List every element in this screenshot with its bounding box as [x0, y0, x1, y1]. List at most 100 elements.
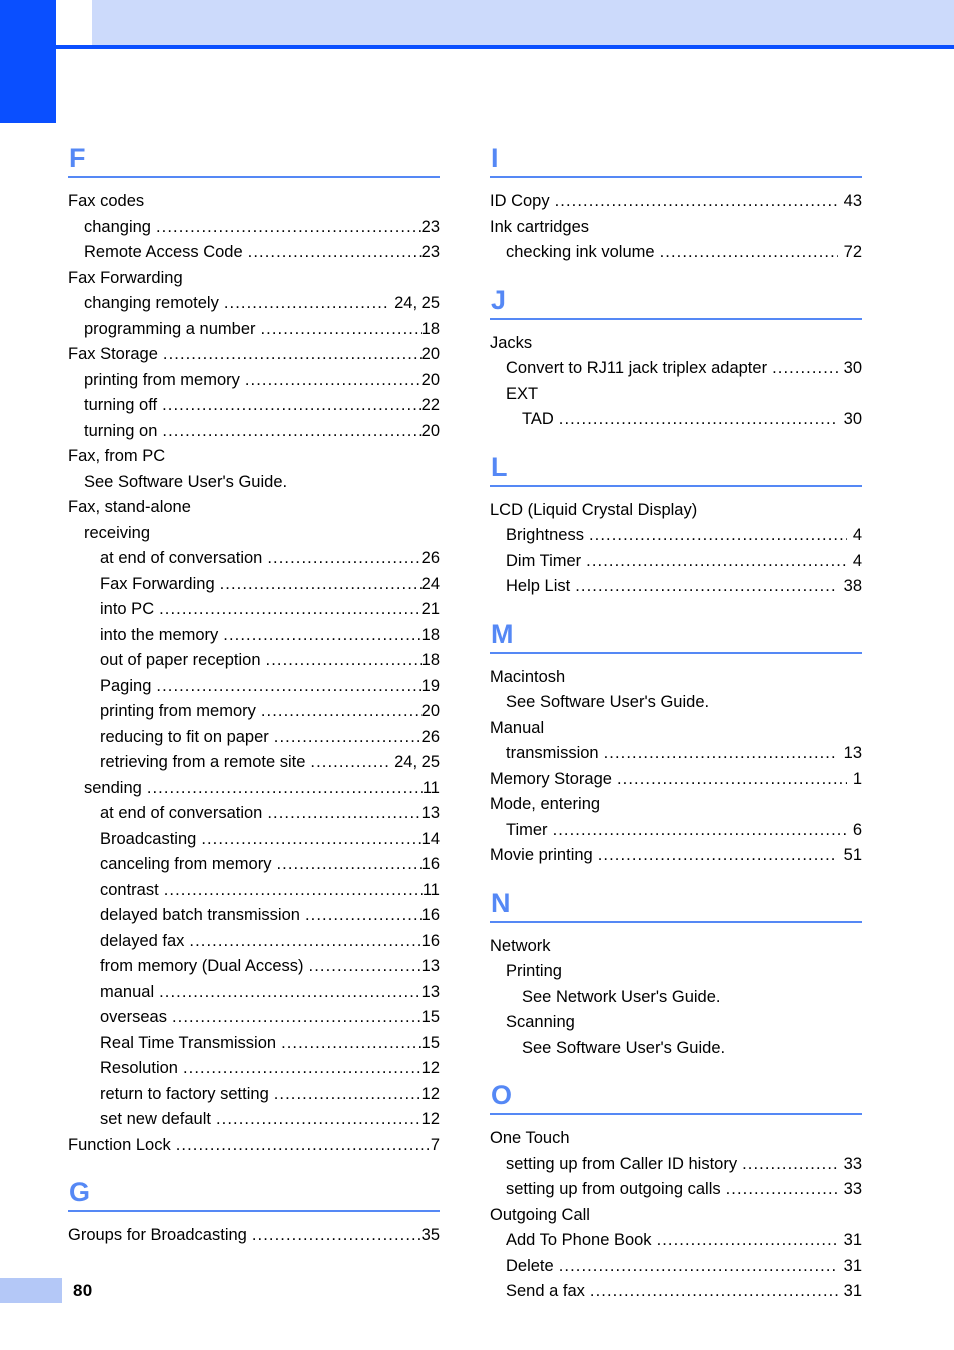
index-entry[interactable]: Convert to RJ11 jack triplex adapter 30	[490, 356, 862, 382]
index-entry[interactable]: reducing to fit on paper 26	[68, 725, 440, 751]
dot-leader	[274, 725, 422, 751]
dot-leader	[223, 623, 421, 649]
index-entry-label: contrast	[100, 880, 159, 899]
index-entry-page-number: 18	[421, 625, 440, 644]
index-entry[interactable]: set new default 12	[68, 1107, 440, 1133]
index-entry-label: Help List	[506, 577, 571, 595]
index-entry[interactable]: Memory Storage 1	[490, 767, 862, 793]
index-entry[interactable]: contrast 11	[68, 878, 440, 904]
index-entry[interactable]: Resolution 12	[68, 1056, 440, 1082]
header-banner	[92, 0, 954, 45]
index-entry[interactable]: Function Lock 7	[68, 1133, 440, 1159]
index-entry-page-number: 15	[421, 1033, 440, 1052]
index-entry-label: return to factory setting	[100, 1084, 269, 1103]
index-entry[interactable]: at end of conversation 26	[68, 546, 440, 572]
section-divider	[68, 1210, 440, 1212]
index-entry[interactable]: Dim Timer 4	[490, 549, 862, 575]
index-entry[interactable]: setting up from Caller ID history 33	[490, 1152, 862, 1178]
index-entry: Macintosh	[490, 665, 862, 691]
section-divider	[490, 651, 862, 654]
index-entry: Fax, from PC	[68, 444, 440, 470]
index-entry-page-number: 18	[421, 651, 440, 669]
index-entry[interactable]: at end of conversation 13	[68, 801, 440, 827]
index-entry[interactable]: retrieving from a remote site 24, 25	[68, 750, 440, 776]
index-entry-label: at end of conversation	[100, 549, 263, 567]
section-letter-heading: M	[491, 618, 514, 649]
index-entry-label: One Touch	[490, 1129, 570, 1147]
dot-leader	[726, 1177, 838, 1203]
index-entry[interactable]: out of paper reception 18	[68, 648, 440, 674]
index-entry[interactable]: manual 13	[68, 980, 440, 1006]
section-divider	[490, 176, 862, 178]
dot-leader	[555, 189, 838, 215]
index-entry[interactable]: changing 23	[68, 215, 440, 241]
index-entry-label: LCD (Liquid Crystal Display)	[490, 500, 698, 519]
index-entry-label: overseas	[100, 1008, 167, 1026]
index-section: L LCD (Liquid Crystal Display) Brightness 4…	[490, 452, 862, 600]
dot-leader	[163, 342, 422, 368]
dot-leader	[201, 827, 421, 853]
section-divider	[490, 1113, 862, 1115]
index-entry[interactable]: turning on 20	[68, 419, 440, 445]
dot-leader	[742, 1152, 838, 1178]
index-entry[interactable]: Send a fax 31	[490, 1279, 862, 1305]
index-entry-label: printing from memory	[84, 370, 240, 389]
index-entry[interactable]: checking ink volume 72	[490, 240, 862, 266]
index-page: F Fax codes changing 23 Remote Access Code 23…	[0, 0, 954, 1350]
index-entry[interactable]: into the memory 18	[68, 623, 440, 649]
index-entry[interactable]: printing from memory 20	[68, 368, 440, 394]
index-entry[interactable]: from memory (Dual Access) 13	[68, 954, 440, 980]
section-letter-heading: N	[491, 887, 511, 918]
index-entry[interactable]: Paging 19	[68, 674, 440, 700]
index-entry[interactable]: changing remotely 24, 25	[68, 291, 440, 317]
index-entry[interactable]: turning off 22	[68, 393, 440, 419]
index-entry[interactable]: Groups for Broadcasting 35	[68, 1223, 440, 1249]
index-entry[interactable]: Timer 6	[490, 818, 862, 844]
index-entry[interactable]: delayed fax 16	[68, 929, 440, 955]
index-entry[interactable]: Fax Forwarding 24	[68, 572, 440, 598]
index-entry[interactable]: Movie printing 51	[490, 843, 862, 869]
index-entry-page-number: 35	[421, 1226, 440, 1244]
index-entry[interactable]: ID Copy 43	[490, 189, 862, 215]
index-entry-page-number: 26	[421, 549, 440, 567]
index-entry[interactable]: overseas 15	[68, 1005, 440, 1031]
index-entry[interactable]: printing from memory 20	[68, 699, 440, 725]
index-entry-label: delayed fax	[100, 931, 185, 950]
index-entry[interactable]: Real Time Transmission 15	[68, 1031, 440, 1057]
index-entry: Printing	[490, 959, 862, 985]
index-entry-label: Memory Storage	[490, 769, 612, 788]
index-entry[interactable]: Delete 31	[490, 1254, 862, 1280]
index-entry-page-number: 13	[421, 957, 440, 975]
section-divider	[490, 484, 862, 487]
index-entry[interactable]: TAD 30	[490, 407, 862, 433]
index-entry-page-number: 13	[421, 982, 440, 1001]
index-entry[interactable]: Brightness 4	[490, 523, 862, 549]
index-entry[interactable]: Remote Access Code 23	[68, 240, 440, 266]
index-entry[interactable]: Add To Phone Book 31	[490, 1228, 862, 1254]
dot-leader	[281, 1031, 422, 1057]
index-entry[interactable]: canceling from memory 16	[68, 852, 440, 878]
index-entry-page-number: 24, 25	[394, 294, 440, 312]
index-entry-page-number: 12	[421, 1059, 440, 1077]
index-entry: Jacks	[490, 331, 862, 357]
index-entry: EXT	[490, 382, 862, 408]
index-entry: Fax, stand-alone	[68, 495, 440, 521]
index-entry[interactable]: delayed batch transmission 16	[68, 903, 440, 929]
index-entry[interactable]: into PC 21	[68, 597, 440, 623]
section-letter-heading: O	[491, 1080, 513, 1110]
dot-leader	[617, 767, 847, 793]
index-entry[interactable]: Help List 38	[490, 574, 862, 600]
index-column-right: I ID Copy 43 Ink cartridges checking ink vol…	[490, 143, 862, 1305]
dot-leader	[224, 291, 388, 317]
index-entry[interactable]: sending 11	[68, 776, 440, 802]
index-entry-page-number: 20	[421, 370, 440, 389]
index-entry[interactable]: Broadcasting 14	[68, 827, 440, 853]
dot-leader	[589, 523, 847, 549]
index-entry[interactable]: transmission 13	[490, 741, 862, 767]
index-entry[interactable]: Fax Storage 20	[68, 342, 440, 368]
index-entry-label: sending	[84, 778, 142, 797]
index-entry[interactable]: setting up from outgoing calls 33	[490, 1177, 862, 1203]
index-entry[interactable]: return to factory setting 12	[68, 1082, 440, 1108]
section-letter-heading: F	[69, 143, 86, 173]
index-entry[interactable]: programming a number 18	[68, 317, 440, 343]
